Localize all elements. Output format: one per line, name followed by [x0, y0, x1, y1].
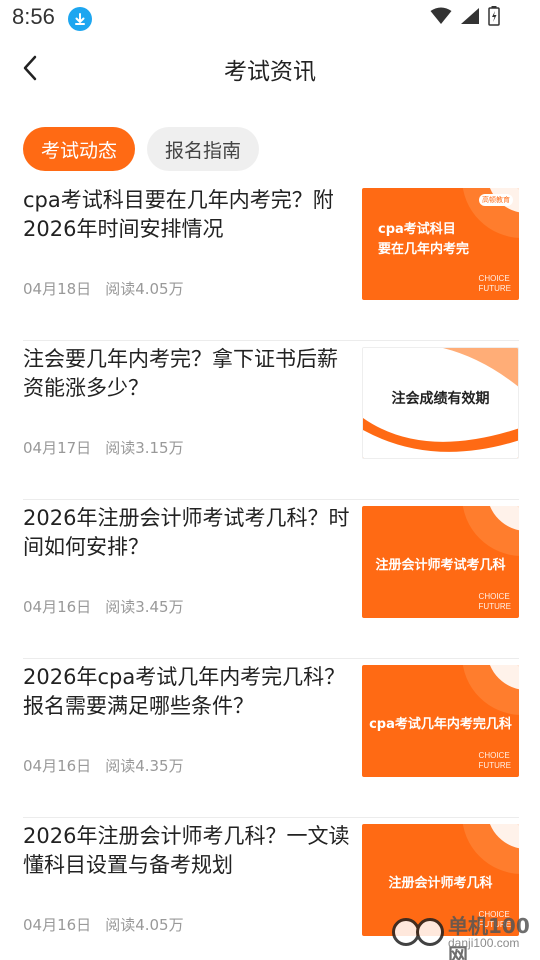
- tab-registration-guide[interactable]: 报名指南: [147, 127, 260, 171]
- thumbnail-tagline: CHOICE FUTURE: [479, 751, 511, 771]
- tab-bar: 考试动态 报名指南: [23, 127, 260, 171]
- article-title: cpa考试科目要在几年内考完？附2026年时间安排情况: [23, 188, 334, 241]
- thumbnail-caption: cpa考试科目 要在几年内考完: [378, 222, 470, 257]
- article-thumbnail: 注册会计师考试考几科 CHOICE FUTURE: [362, 506, 519, 618]
- article-date: 04月16日: [23, 757, 92, 775]
- tagline-line1: CHOICE: [478, 592, 510, 601]
- article-title: 2026年cpa考试几年内考完几科？报名需要满足哪些条件？: [23, 665, 346, 718]
- article-thumbnail: 高顿教育 cpa考试科目 要在几年内考完 CHOICE FUTURE: [362, 188, 519, 300]
- article-meta: 04月16日 阅读4.05万: [23, 914, 184, 935]
- article-date: 04月16日: [23, 916, 92, 934]
- thumbnail-caption: 注册会计师考试考几科: [375, 558, 506, 573]
- article-reads: 阅读4.35万: [105, 757, 184, 775]
- article-thumbnail: 注会成绩有效期: [362, 347, 519, 459]
- article-meta: 04月16日 阅读3.45万: [23, 596, 184, 617]
- tagline-line2: FUTURE: [478, 284, 511, 293]
- tab-exam-news[interactable]: 考试动态: [23, 127, 136, 171]
- thumbnail-caption: cpa考试几年内考完几科: [369, 717, 512, 732]
- signal-icon: [460, 7, 480, 29]
- watermark-text: 单机100网: [448, 914, 530, 960]
- list-item[interactable]: 2026年cpa考试几年内考完几科？报名需要满足哪些条件？ 04月16日 阅读4…: [23, 659, 519, 818]
- battery-icon: [488, 6, 500, 30]
- tagline-line1: CHOICE: [478, 274, 510, 283]
- thumbnail-tagline: CHOICE FUTURE: [479, 274, 511, 294]
- watermark: 单机100网 danji100.com: [386, 906, 536, 960]
- watermark-logo-icon: [416, 918, 444, 946]
- article-title: 2026年注册会计师考试考几科？时间如何安排？: [23, 506, 350, 559]
- thumbnail-caption: 注册会计师考几科: [388, 876, 493, 891]
- article-reads: 阅读3.45万: [105, 598, 184, 616]
- article-date: 04月18日: [23, 280, 92, 298]
- watermark-url: danji100.com: [448, 936, 520, 950]
- tagline-line2: FUTURE: [478, 602, 511, 611]
- list-item[interactable]: 注会要几年内考完？拿下证书后薪资能涨多少？ 04月17日 阅读3.15万 注会成…: [23, 341, 519, 500]
- tagline-line1: CHOICE: [478, 751, 510, 760]
- article-title: 2026年注册会计师考几科？一文读懂科目设置与备考规划: [23, 824, 350, 877]
- thumbnail-logo: 高顿教育: [479, 194, 513, 206]
- article-title: 注会要几年内考完？拿下证书后薪资能涨多少？: [23, 347, 338, 400]
- article-list: cpa考试科目要在几年内考完？附2026年时间安排情况 04月18日 阅读4.0…: [23, 182, 519, 960]
- list-item[interactable]: cpa考试科目要在几年内考完？附2026年时间安排情况 04月18日 阅读4.0…: [23, 182, 519, 341]
- thumbnail-tagline: CHOICE FUTURE: [479, 592, 511, 612]
- status-bar: 8:56: [0, 0, 540, 36]
- article-reads: 阅读4.05万: [105, 916, 184, 934]
- article-thumbnail: cpa考试几年内考完几科 CHOICE FUTURE: [362, 665, 519, 777]
- wifi-icon: [430, 7, 452, 29]
- tagline-line2: FUTURE: [478, 761, 511, 770]
- article-meta: 04月17日 阅读3.15万: [23, 437, 184, 458]
- thumbnail-caption: 注会成绩有效期: [391, 391, 490, 407]
- article-reads: 阅读4.05万: [105, 280, 184, 298]
- article-meta: 04月16日 阅读4.35万: [23, 755, 184, 776]
- header: 考试资讯: [0, 36, 540, 100]
- article-date: 04月16日: [23, 598, 92, 616]
- status-time: 8:56: [12, 4, 55, 29]
- article-meta: 04月18日 阅读4.05万: [23, 278, 184, 299]
- download-icon: [68, 7, 92, 31]
- article-reads: 阅读3.15万: [105, 439, 184, 457]
- article-date: 04月17日: [23, 439, 92, 457]
- page-title: 考试资讯: [224, 59, 316, 85]
- list-item[interactable]: 2026年注册会计师考试考几科？时间如何安排？ 04月16日 阅读3.45万 注…: [23, 500, 519, 659]
